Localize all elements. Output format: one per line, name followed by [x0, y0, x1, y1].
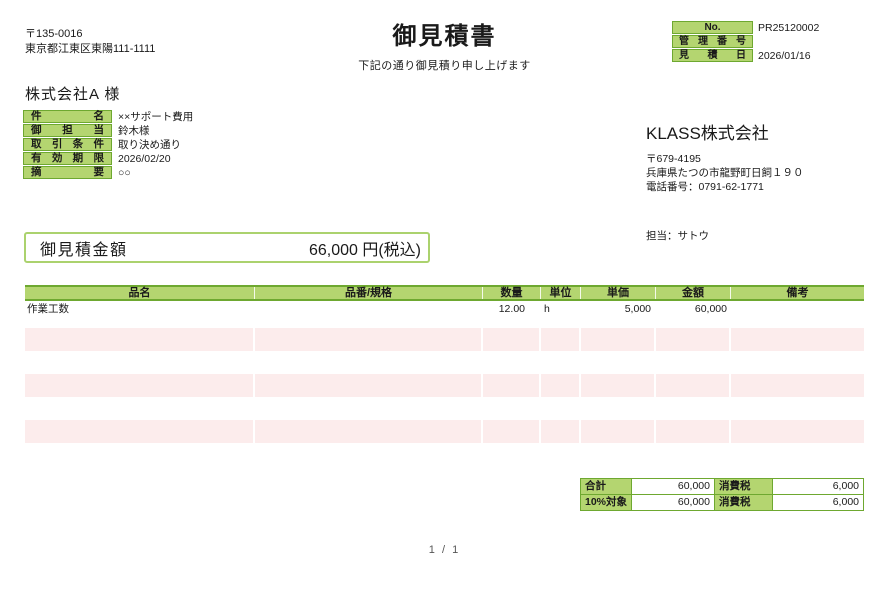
meta-label-estimate-date: 見積日: [672, 49, 753, 62]
summary-row-total: 合計 60,000 消費税 6,000: [580, 478, 864, 495]
table-row-empty: [25, 443, 864, 466]
header-remarks: 備考: [731, 287, 864, 299]
doc-meta-table: No. PR25120002 管理番号 見積日 2026/01/16: [672, 21, 819, 63]
meta-value-no: PR25120002: [758, 22, 819, 34]
item-price-cell: 5,000: [581, 301, 656, 328]
info-value-remarks: ○○: [118, 167, 131, 179]
info-value-expiry: 2026/02/20: [118, 153, 171, 165]
items-table: 品名 品番/規格 数量 単位 単価 金額 備考 作業工数 12.00 h 5,0…: [25, 285, 864, 466]
summary-total-label: 合計: [580, 478, 632, 495]
item-note-cell: [731, 301, 864, 328]
recipient-name: 株式会社A 様: [25, 83, 120, 104]
issuer-postal: 〒679-4195: [646, 152, 804, 166]
table-row-empty: [25, 328, 864, 351]
estimate-amount-box: 御見積金額 66,000 円(税込): [24, 232, 430, 263]
issuer-block: KLASS株式会社 〒679-4195 兵庫県たつの市龍野町日飼１９０ 電話番号…: [646, 119, 804, 194]
estimate-info-table: 件名 ××サポート費用 御担当 鈴木様 取引条件 取り決め通り 有効期限 202…: [23, 110, 193, 180]
summary-table: 合計 60,000 消費税 6,000 10%対象 60,000 消費税 6,0…: [580, 478, 864, 511]
meta-row-control-number: 管理番号: [672, 35, 819, 48]
info-label-expiry: 有効期限: [23, 152, 112, 165]
meta-label-control-number: 管理番号: [672, 35, 753, 48]
issuer-contact-person: 担当：サトウ: [646, 228, 709, 243]
info-row-remarks: 摘要 ○○: [23, 166, 193, 179]
info-label-terms: 取引条件: [23, 138, 112, 151]
meta-label-no: No.: [672, 21, 753, 34]
info-value-subject: ××サポート費用: [118, 109, 193, 124]
meta-row-no: No. PR25120002: [672, 21, 819, 34]
summary-10pct-label: 10%対象: [580, 494, 632, 511]
issuer-phone: 電話番号：0791-62-1771: [646, 180, 804, 194]
estimate-amount-value: 66,000 円(税込): [309, 236, 421, 260]
table-row: 作業工数 12.00 h 5,000 60,000: [25, 301, 864, 328]
item-name-cell: 作業工数: [25, 301, 255, 328]
summary-tax-label: 消費税: [714, 478, 773, 495]
issuer-address: 兵庫県たつの市龍野町日飼１９０: [646, 166, 804, 180]
item-amount-cell: 60,000: [656, 301, 731, 328]
info-label-remarks: 摘要: [23, 166, 112, 179]
header-quantity: 数量: [483, 287, 541, 299]
item-qty-cell: 12.00: [483, 301, 541, 328]
issuer-company-name: KLASS株式会社: [646, 119, 804, 144]
meta-value-estimate-date: 2026/01/16: [758, 50, 811, 62]
summary-10pct-tax-value: 6,000: [772, 494, 864, 511]
item-spec-cell: [255, 301, 483, 328]
table-row-empty: [25, 374, 864, 397]
info-row-expiry: 有効期限 2026/02/20: [23, 152, 193, 165]
table-row-empty: [25, 420, 864, 443]
estimate-document: 〒135-0016 東京都江東区東陽111-1111 御見積書 下記の通り御見積…: [0, 0, 889, 606]
header-item-name: 品名: [25, 287, 255, 299]
table-row-empty: [25, 397, 864, 420]
info-label-contact: 御担当: [23, 124, 112, 137]
info-row-contact: 御担当 鈴木様: [23, 124, 193, 137]
summary-tax-value: 6,000: [772, 478, 864, 495]
header-item-spec: 品番/規格: [255, 287, 483, 299]
meta-row-estimate-date: 見積日 2026/01/16: [672, 49, 819, 62]
header-amount: 金額: [656, 287, 731, 299]
info-value-contact: 鈴木様: [118, 123, 150, 138]
header-unit-price: 単価: [581, 287, 656, 299]
summary-10pct-tax-label: 消費税: [714, 494, 773, 511]
info-row-terms: 取引条件 取り決め通り: [23, 138, 193, 151]
items-table-header: 品名 品番/規格 数量 単位 単価 金額 備考: [25, 285, 864, 301]
page-indicator: 1 / 1: [0, 544, 889, 556]
header-unit: 単位: [541, 287, 581, 299]
info-value-terms: 取り決め通り: [118, 137, 181, 152]
info-row-subject: 件名 ××サポート費用: [23, 110, 193, 123]
summary-row-10pct: 10%対象 60,000 消費税 6,000: [580, 494, 864, 511]
table-row-empty: [25, 351, 864, 374]
summary-total-value: 60,000: [631, 478, 715, 495]
item-unit-cell: h: [541, 301, 581, 328]
estimate-amount-label: 御見積金額: [40, 236, 128, 260]
summary-10pct-value: 60,000: [631, 494, 715, 511]
info-label-subject: 件名: [23, 110, 112, 123]
